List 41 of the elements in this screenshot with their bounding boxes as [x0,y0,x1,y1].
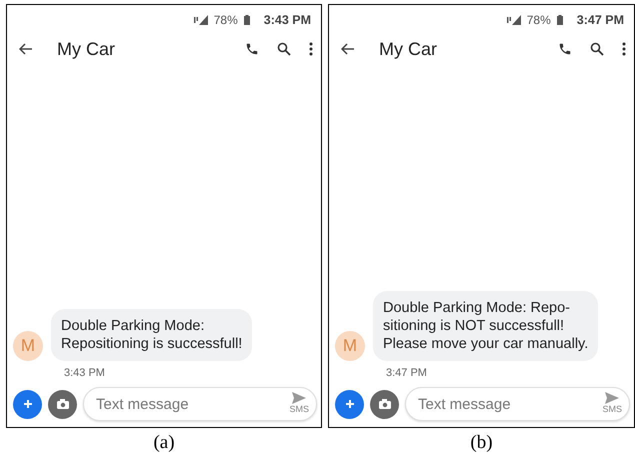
search-icon[interactable] [590,42,604,56]
add-button[interactable] [335,390,364,418]
conversation-title: My Car [57,38,116,60]
add-button[interactable] [13,390,42,418]
back-arrow-icon[interactable] [341,43,355,55]
camera-icon [378,398,392,410]
back-arrow-icon[interactable] [19,43,33,55]
message-time: 3:47 PM [386,367,427,379]
message-text: sitioning is NOT successfull! [383,317,566,335]
camera-button[interactable] [370,390,399,418]
send-label: SMS [289,404,309,414]
message-text: Repositioning is successfull! [61,335,242,353]
message-text: Double Parking Mode: [61,317,206,335]
phone-icon[interactable] [245,42,259,56]
signal-icon [506,15,521,25]
figure-caption: (a) [153,432,175,454]
more-menu-icon[interactable] [309,42,313,56]
send-label: SMS [602,404,622,414]
camera-button[interactable] [48,390,77,418]
battery-percent: 78% [214,13,238,27]
message-text: Please move your car manually. [383,335,588,353]
search-icon[interactable] [277,42,291,56]
message-text: Double Parking Mode: Repo- [383,299,571,317]
battery-percent: 78% [526,13,551,27]
signal-icon [194,15,208,25]
plus-icon [22,399,32,409]
plus-icon [344,399,354,409]
camera-icon [56,398,70,410]
phone-icon[interactable] [558,42,572,56]
figure-caption: (b) [470,432,493,454]
message-time: 3:43 PM [64,367,105,379]
battery-icon [556,15,563,25]
status-time: 3:47 PM [576,13,624,27]
contact-avatar: M [335,331,365,361]
send-icon[interactable] [292,392,306,404]
more-menu-icon[interactable] [622,42,626,56]
send-icon[interactable] [605,392,620,404]
status-time: 3:43 PM [264,13,311,27]
battery-icon [244,15,250,25]
conversation-title: My Car [379,38,438,60]
contact-avatar: M [13,331,43,361]
